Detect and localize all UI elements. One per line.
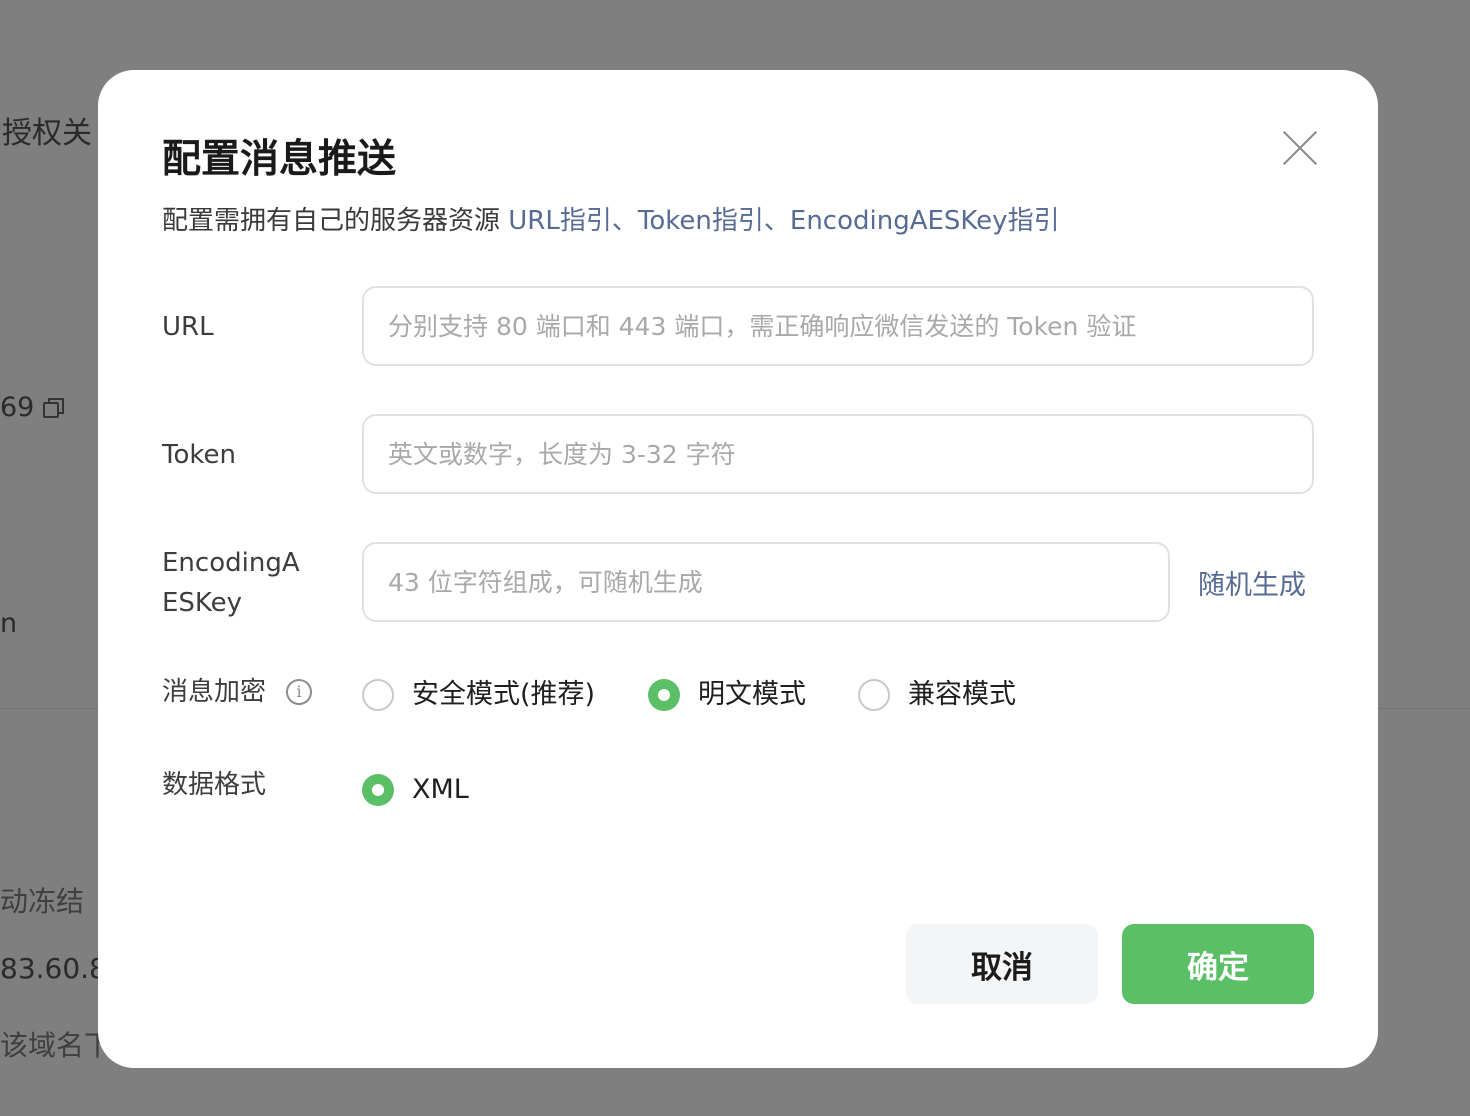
radio-plain-mode-label[interactable]: 明文模式 [698,675,806,715]
url-input[interactable] [362,286,1314,366]
close-icon[interactable] [1280,128,1320,168]
token-input[interactable] [362,414,1314,494]
message-push-dialog: 配置消息推送 配置需拥有自己的服务器资源 URL指引、Token指引、Encod… [98,70,1378,1068]
info-icon[interactable]: i [286,679,312,705]
aeskey-label-line1: EncodingA [162,548,300,578]
separator: 、 [611,206,638,236]
bg-text-fragment: n [0,608,18,639]
radio-compatible-mode-label[interactable]: 兼容模式 [908,675,1016,715]
random-generate-link[interactable]: 随机生成 [1198,563,1306,602]
radio-plain-mode[interactable] [648,679,680,711]
radio-compatible-mode[interactable] [858,679,890,711]
aeskey-label-line2: ESKey [162,588,243,618]
radio-xml[interactable] [362,774,394,806]
token-label: Token [162,440,236,470]
aeskey-guide-link[interactable]: EncodingAESKey指引 [790,206,1060,236]
confirm-button[interactable]: 确定 [1122,924,1314,1004]
copy-icon[interactable] [42,396,66,420]
dialog-title: 配置消息推送 [162,137,397,182]
data-format-label: 数据格式 [162,770,267,800]
bg-text-auth: 授权关 [2,116,92,151]
token-guide-link[interactable]: Token指引 [638,206,764,236]
bg-text-id: 69 [0,392,35,423]
description-text: 配置需拥有自己的服务器资源 [162,206,501,236]
bg-text-domain: 该域名下 [0,1029,113,1062]
aeskey-input[interactable] [362,542,1170,622]
encryption-label: 消息加密 [162,677,267,707]
radio-secure-mode[interactable] [362,679,394,711]
dialog-description: 配置需拥有自己的服务器资源 URL指引、Token指引、EncodingAESK… [162,200,1060,237]
url-guide-link[interactable]: URL指引 [508,206,612,236]
url-label: URL [162,312,214,342]
radio-xml-label[interactable]: XML [412,770,469,810]
radio-secure-mode-label[interactable]: 安全模式(推荐) [412,675,595,715]
bg-text-freeze: 动冻结 [0,885,85,918]
cancel-button[interactable]: 取消 [906,924,1098,1004]
separator: 、 [763,206,790,236]
bg-text-ip: 83.60.8 [0,952,107,985]
